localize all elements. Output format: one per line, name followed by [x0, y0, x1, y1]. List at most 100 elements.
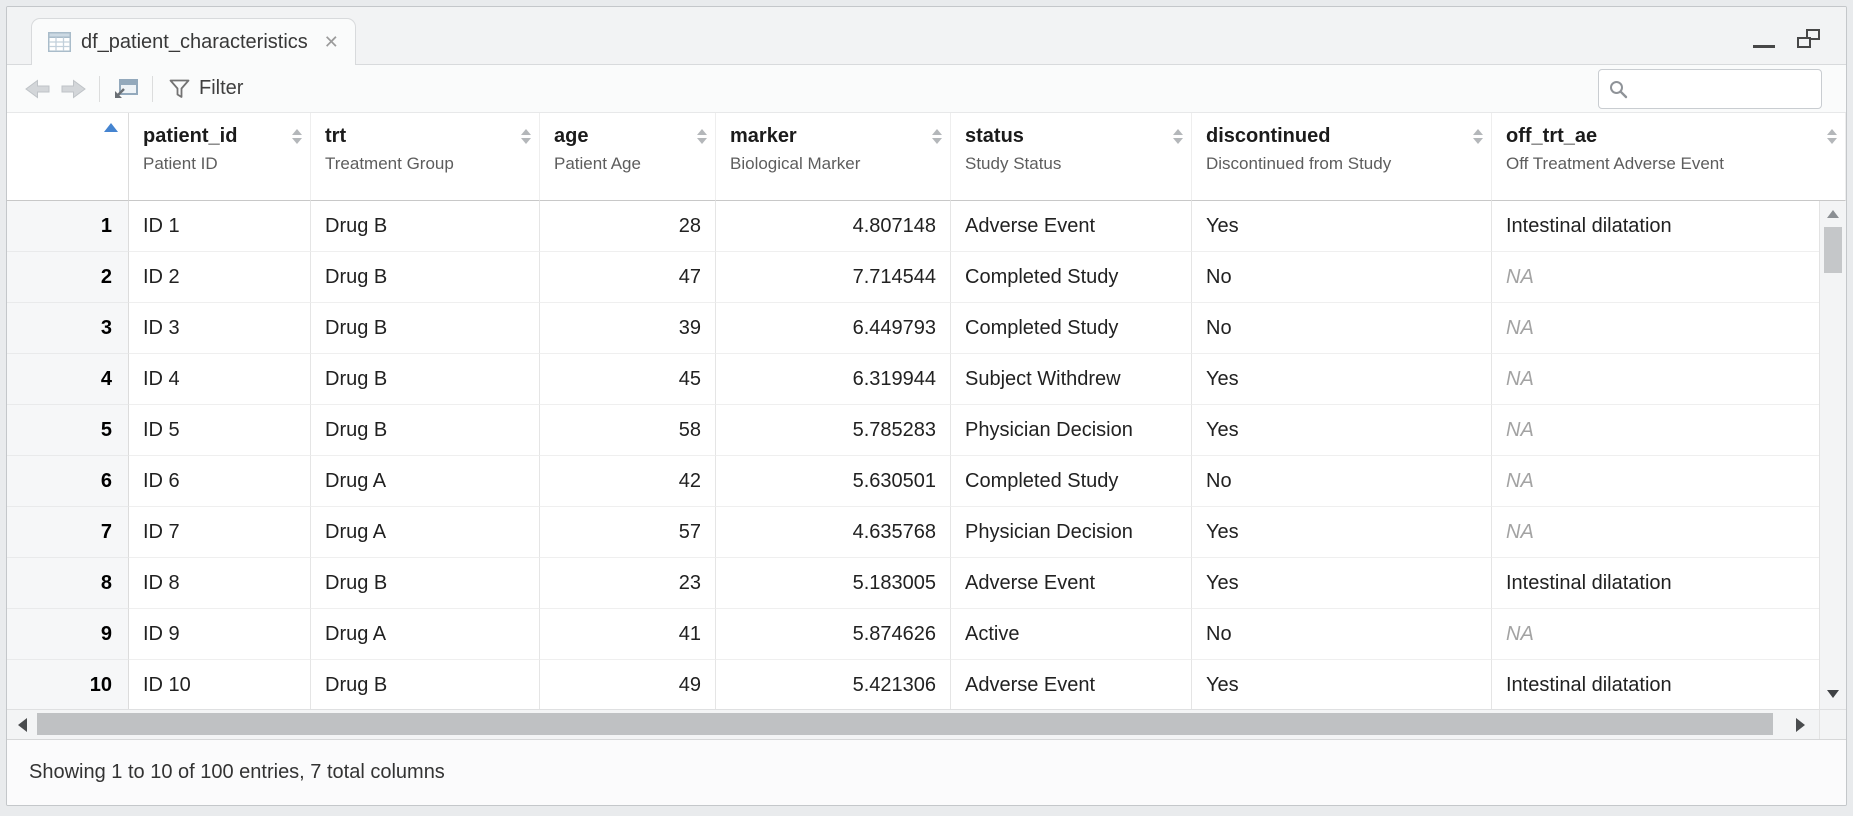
table-cell: ID 5 — [129, 405, 311, 456]
filter-button[interactable]: Filter — [161, 73, 251, 104]
row-number: 4 — [7, 354, 129, 405]
table-cell: Yes — [1192, 507, 1492, 558]
table-cell: Yes — [1192, 201, 1492, 252]
table-cell: NA — [1492, 507, 1846, 558]
table-row: 3ID 3Drug B396.449793Completed StudyNoNA — [7, 303, 1846, 354]
row-number: 5 — [7, 405, 129, 456]
restore-window-icon[interactable] — [1797, 29, 1820, 48]
table-cell: 4.807148 — [716, 201, 951, 252]
table-cell: NA — [1492, 405, 1846, 456]
table-cell: Drug B — [311, 252, 540, 303]
table-cell: Drug A — [311, 456, 540, 507]
row-number-column-header[interactable] — [7, 113, 129, 201]
table-cell: Drug B — [311, 558, 540, 609]
table-row: 5ID 5Drug B585.785283Physician DecisionY… — [7, 405, 1846, 456]
column-header-trt[interactable]: trtTreatment Group — [311, 113, 540, 201]
open-in-new-window-button[interactable] — [108, 71, 144, 107]
table-cell: Drug B — [311, 354, 540, 405]
table-cell: 58 — [540, 405, 716, 456]
header-row: patient_idPatient IDtrtTreatment Groupag… — [7, 113, 1846, 201]
table-cell: Adverse Event — [951, 201, 1192, 252]
sort-chevrons-icon — [521, 129, 531, 144]
search-box — [1598, 69, 1822, 109]
row-number: 10 — [7, 660, 129, 711]
horizontal-scrollbar-thumb[interactable] — [37, 713, 1773, 735]
table-cell: 4.635768 — [716, 507, 951, 558]
table-row: 8ID 8Drug B235.183005Adverse EventYesInt… — [7, 558, 1846, 609]
table-cell: Yes — [1192, 660, 1492, 711]
table-cell: ID 2 — [129, 252, 311, 303]
filter-funnel-icon — [169, 79, 190, 99]
search-icon — [1608, 79, 1628, 99]
table-cell: 6.449793 — [716, 303, 951, 354]
table-cell: Completed Study — [951, 252, 1192, 303]
status-bar: Showing 1 to 10 of 100 entries, 7 total … — [7, 739, 1846, 805]
table-area: patient_idPatient IDtrtTreatment Groupag… — [7, 113, 1846, 739]
scroll-up-arrow-icon[interactable] — [1820, 201, 1846, 227]
data-viewer-pane: df_patient_characteristics ✕ — [6, 6, 1847, 806]
window-controls — [1753, 29, 1820, 48]
column-header-off_trt_ae[interactable]: off_trt_aeOff Treatment Adverse Event — [1492, 113, 1846, 201]
vertical-scrollbar[interactable] — [1819, 201, 1846, 709]
row-number: 7 — [7, 507, 129, 558]
table-icon — [48, 32, 71, 52]
forward-button[interactable] — [55, 71, 91, 107]
table-cell: ID 4 — [129, 354, 311, 405]
table-cell: 5.421306 — [716, 660, 951, 711]
table-cell: Drug B — [311, 201, 540, 252]
tab-df-patient-characteristics[interactable]: df_patient_characteristics ✕ — [31, 18, 356, 65]
table-cell: ID 7 — [129, 507, 311, 558]
table-cell: Adverse Event — [951, 660, 1192, 711]
table-cell: NA — [1492, 303, 1846, 354]
minimize-icon[interactable] — [1753, 32, 1775, 48]
column-header-age[interactable]: agePatient Age — [540, 113, 716, 201]
vertical-scrollbar-thumb[interactable] — [1824, 227, 1842, 273]
search-input[interactable] — [1635, 77, 1812, 100]
table-cell: ID 10 — [129, 660, 311, 711]
toolbar-separator — [99, 76, 100, 102]
table-cell: NA — [1492, 252, 1846, 303]
table-cell: 42 — [540, 456, 716, 507]
table-cell: Yes — [1192, 405, 1492, 456]
scroll-right-arrow-icon[interactable] — [1787, 710, 1813, 739]
table-cell: Drug A — [311, 507, 540, 558]
table-cell: Physician Decision — [951, 405, 1192, 456]
table-cell: ID 9 — [129, 609, 311, 660]
row-number: 3 — [7, 303, 129, 354]
table-cell: Completed Study — [951, 303, 1192, 354]
filter-button-label: Filter — [199, 77, 243, 100]
table-cell: ID 1 — [129, 201, 311, 252]
tab-bar: df_patient_characteristics ✕ — [7, 7, 1846, 65]
sort-chevrons-icon — [697, 129, 707, 144]
table-cell: Drug A — [311, 609, 540, 660]
table-cell: Subject Withdrew — [951, 354, 1192, 405]
table-cell: Yes — [1192, 558, 1492, 609]
column-header-discontinued[interactable]: discontinuedDiscontinued from Study — [1192, 113, 1492, 201]
table-row: 7ID 7Drug A574.635768Physician DecisionY… — [7, 507, 1846, 558]
back-button[interactable] — [19, 71, 55, 107]
column-header-marker[interactable]: markerBiological Marker — [716, 113, 951, 201]
column-header-status[interactable]: statusStudy Status — [951, 113, 1192, 201]
scroll-down-arrow-icon[interactable] — [1820, 681, 1846, 707]
scroll-left-arrow-icon[interactable] — [9, 710, 35, 739]
table-body: 1ID 1Drug B284.807148Adverse EventYesInt… — [7, 201, 1846, 711]
sort-chevrons-icon — [1473, 129, 1483, 144]
table-cell: Adverse Event — [951, 558, 1192, 609]
scrollbar-corner — [1819, 709, 1846, 739]
toolbar-separator — [152, 76, 153, 102]
table-cell: 39 — [540, 303, 716, 354]
column-header-patient_id[interactable]: patient_idPatient ID — [129, 113, 311, 201]
table-cell: 5.785283 — [716, 405, 951, 456]
table-cell: No — [1192, 456, 1492, 507]
table-cell: ID 6 — [129, 456, 311, 507]
table-cell: NA — [1492, 456, 1846, 507]
table-cell: Intestinal dilatation — [1492, 660, 1846, 711]
table-cell: No — [1192, 303, 1492, 354]
table-cell: 5.630501 — [716, 456, 951, 507]
table-cell: NA — [1492, 609, 1846, 660]
horizontal-scrollbar[interactable] — [7, 709, 1819, 739]
row-number: 8 — [7, 558, 129, 609]
table-row: 4ID 4Drug B456.319944Subject WithdrewYes… — [7, 354, 1846, 405]
tab-close-icon[interactable]: ✕ — [324, 33, 339, 51]
table-row: 2ID 2Drug B477.714544Completed StudyNoNA — [7, 252, 1846, 303]
